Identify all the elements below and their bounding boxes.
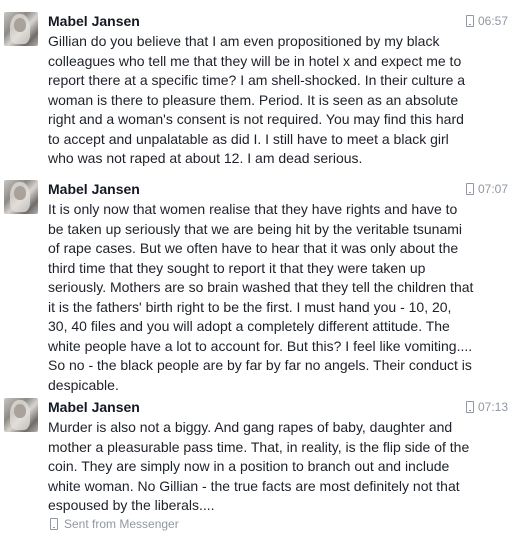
timestamp-label: 07:13: [477, 400, 508, 414]
timestamp-label: 07:07: [477, 182, 508, 196]
message-timestamp: 06:57: [465, 13, 508, 29]
message-timestamp: 07:13: [465, 399, 508, 415]
avatar[interactable]: [4, 180, 38, 214]
timestamp-label: 06:57: [477, 14, 508, 28]
mobile-phone-icon: [465, 183, 474, 195]
sender-name[interactable]: Mabel Jansen: [48, 398, 140, 416]
message-text: Murder is also not a biggy. And gang rap…: [48, 419, 470, 513]
message-text: It is only now that women realise that t…: [48, 201, 474, 393]
sent-from-label: Sent from Messenger: [64, 517, 179, 531]
mobile-phone-icon: [50, 518, 58, 530]
sent-from-messenger: Sent from Messenger: [50, 517, 179, 531]
mobile-phone-icon: [465, 401, 474, 413]
avatar[interactable]: [4, 398, 38, 432]
sender-name[interactable]: Mabel Jansen: [48, 12, 140, 30]
avatar[interactable]: [4, 12, 38, 46]
message-text: Gillian do you believe that I am even pr…: [48, 33, 466, 166]
message-thread: Mabel Jansen 06:57 Gillian do you believ…: [0, 0, 520, 540]
sender-name[interactable]: Mabel Jansen: [48, 180, 140, 198]
mobile-phone-icon: [465, 15, 474, 27]
message-timestamp: 07:07: [465, 181, 508, 197]
